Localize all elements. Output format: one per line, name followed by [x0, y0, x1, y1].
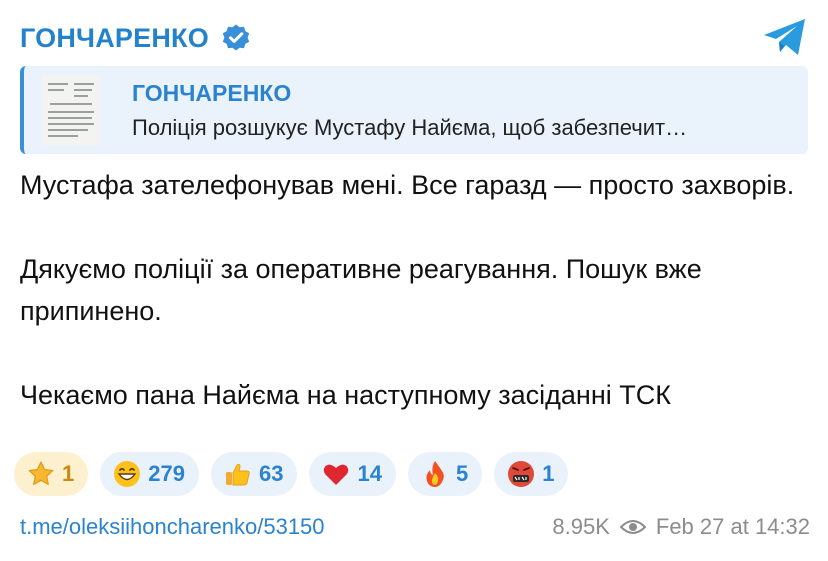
reaction-heart[interactable]: 14	[309, 452, 396, 496]
message-text: Мустафа зателефонував мені. Все гаразд —…	[20, 164, 810, 416]
post-footer: t.me/oleksiihoncharenko/53150 8.95K Feb …	[20, 510, 810, 544]
reaction-count: 5	[455, 461, 469, 486]
reaction-grinning[interactable]: 279	[100, 452, 199, 496]
reaction-cursing[interactable]: 1	[494, 452, 569, 496]
reply-preview[interactable]: ГОНЧАРЕНКО Поліція розшукує Мустафу Найє…	[20, 66, 808, 154]
telegram-logo-icon[interactable]	[762, 16, 808, 58]
views-count: 8.95K	[552, 514, 610, 539]
message-paragraph: Чекаємо пана Найєма на наступному засіда…	[20, 380, 671, 410]
reply-text: Поліція розшукує Мустафу Найєма, щоб заб…	[132, 114, 688, 140]
post-header: ГОНЧАРЕНКО	[20, 18, 251, 58]
thumbs-up-icon	[225, 463, 250, 486]
message-paragraph: Дякуємо поліції за оперативне реагування…	[20, 254, 702, 326]
post-link[interactable]: t.me/oleksiihoncharenko/53150	[20, 514, 325, 540]
verified-badge-icon	[222, 24, 250, 51]
reaction-thumbs-up[interactable]: 63	[210, 452, 298, 496]
reaction-count: 1	[542, 461, 555, 486]
message-paragraph: Мустафа зателефонував мені. Все гаразд —…	[20, 170, 795, 200]
channel-name[interactable]: ГОНЧАРЕНКО	[20, 23, 209, 54]
reaction-count: 1	[62, 461, 75, 486]
cursing-face-icon	[508, 461, 535, 487]
reaction-count: 279	[148, 461, 185, 486]
eye-icon	[619, 520, 646, 534]
fire-icon	[426, 461, 444, 487]
post-meta: 8.95K Feb 27 at 14:32	[552, 514, 810, 540]
reply-title: ГОНЧАРЕНКО	[132, 79, 292, 106]
red-heart-icon	[324, 464, 349, 485]
post-date: Feb 27 at 14:32	[655, 514, 810, 539]
grinning-face-icon	[114, 461, 141, 487]
document-thumbnail-icon	[42, 75, 100, 145]
reaction-count: 63	[258, 461, 284, 486]
reaction-fire[interactable]: 5	[407, 452, 483, 496]
reactions-bar: 1 279 63 14 5 1	[14, 452, 569, 496]
reaction-star[interactable]: 1	[14, 452, 89, 496]
star-icon	[28, 461, 54, 485]
reaction-count: 14	[357, 461, 382, 486]
